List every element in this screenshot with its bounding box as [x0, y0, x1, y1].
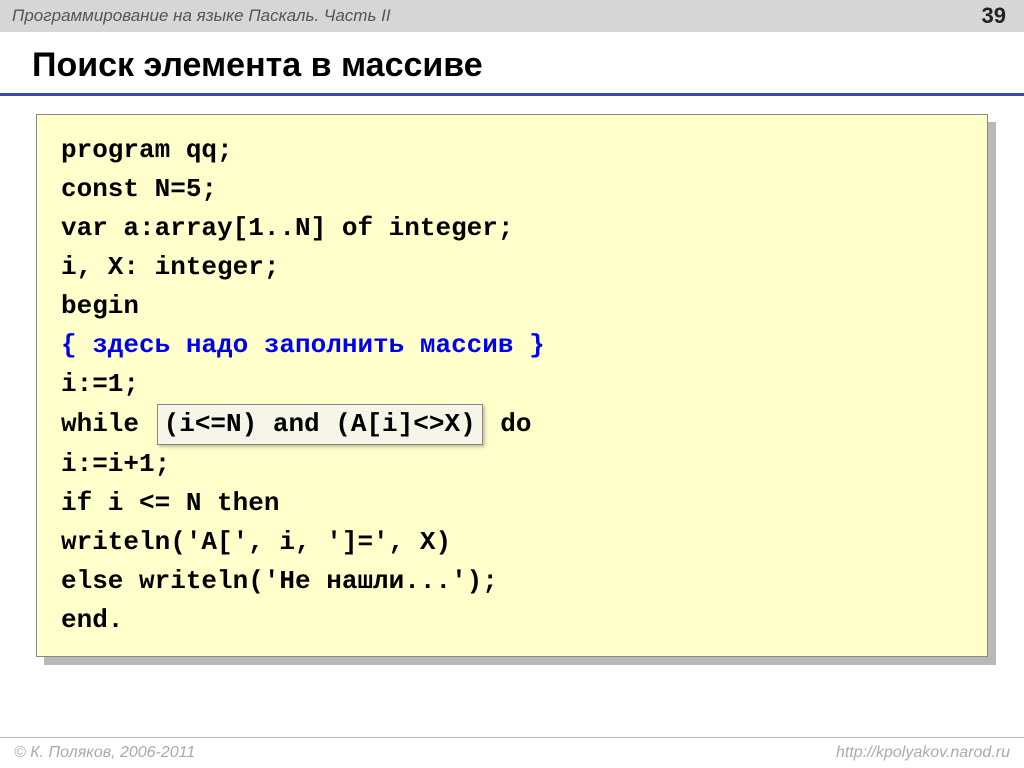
code-comment: { здесь надо заполнить массив } [61, 326, 963, 365]
page-number: 39 [976, 3, 1012, 29]
slide-header: Программирование на языке Паскаль. Часть… [0, 0, 1024, 32]
code-line: i:=i+1; [61, 445, 963, 484]
code-block: program qq; const N=5; var a:array[1..N]… [36, 114, 988, 657]
code-line: i:=1; [61, 365, 963, 404]
loop-condition-highlight: (i<=N) and (A[i]<>X) [157, 404, 483, 445]
code-line: if i <= N then [61, 484, 963, 523]
code-example: program qq; const N=5; var a:array[1..N]… [36, 114, 988, 657]
code-line-while: while (i<=N) and (A[i]<>X) do [61, 404, 963, 445]
code-line: end. [61, 601, 963, 640]
code-line: const N=5; [61, 170, 963, 209]
course-title: Программирование на языке Паскаль. Часть… [12, 6, 391, 26]
code-line: begin [61, 287, 963, 326]
code-line: writeln('A[', i, ']=', X) [61, 523, 963, 562]
slide-footer: © К. Поляков, 2006-2011 http://kpolyakov… [0, 737, 1024, 768]
code-line: program qq; [61, 131, 963, 170]
footer-url: http://kpolyakov.narod.ru [836, 744, 1010, 762]
code-line: var a:array[1..N] of integer; [61, 209, 963, 248]
copyright-text: © К. Поляков, 2006-2011 [14, 744, 195, 762]
code-line: i, X: integer; [61, 248, 963, 287]
code-line: else writeln('Не нашли...'); [61, 562, 963, 601]
slide-title: Поиск элемента в массиве [0, 32, 1024, 96]
